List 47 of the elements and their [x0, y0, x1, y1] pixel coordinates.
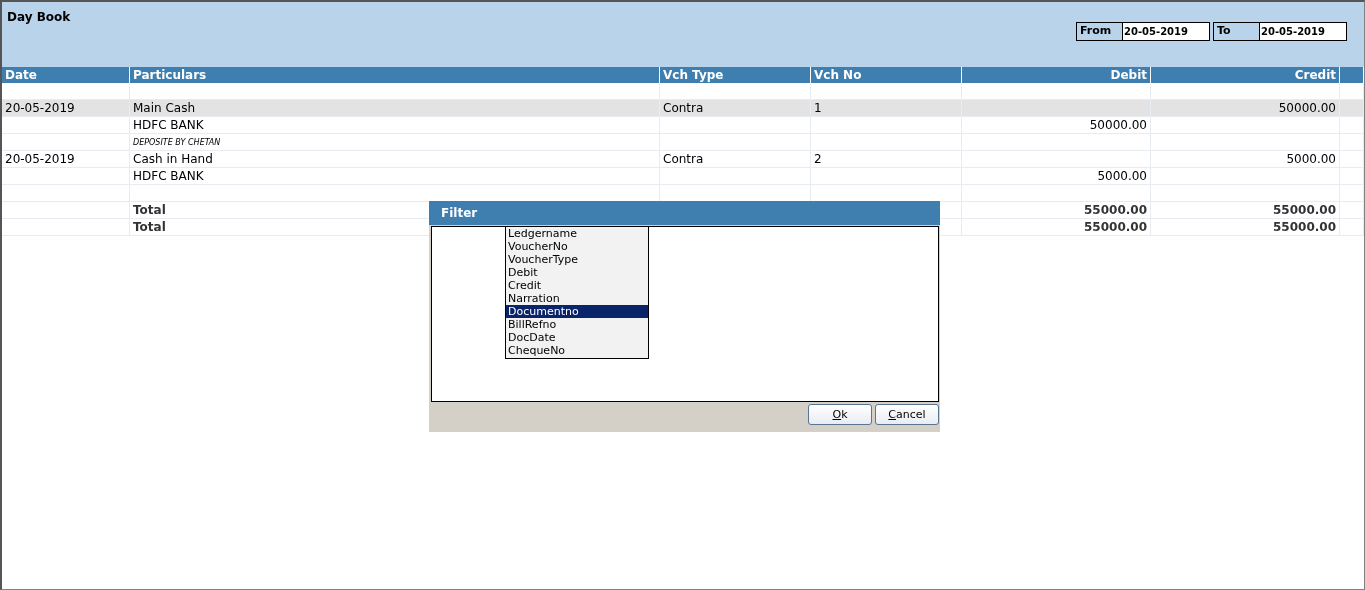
list-item[interactable]: ChequeNo	[506, 344, 648, 357]
table-cell	[1340, 134, 1364, 151]
table-cell: Contra	[660, 151, 811, 168]
table-cell: Cash in Hand	[130, 151, 660, 168]
table-cell: 5000.00	[1151, 151, 1340, 168]
column-header[interactable]: Date	[2, 67, 130, 83]
column-header[interactable]: Credit	[1151, 67, 1340, 83]
column-header[interactable]: Particulars	[130, 67, 660, 83]
ok-button[interactable]: Ok	[808, 404, 872, 425]
table-cell: HDFC BANK	[130, 168, 660, 185]
list-item[interactable]: Narration	[506, 292, 648, 305]
table-cell: 55000.00	[962, 219, 1151, 236]
table-cell: 55000.00	[962, 202, 1151, 219]
table-cell	[1340, 117, 1364, 134]
table-cell: Main Cash	[130, 100, 660, 117]
table-cell: 1	[811, 100, 962, 117]
table-cell	[1340, 185, 1364, 202]
table-cell	[1340, 100, 1364, 117]
column-header	[1340, 67, 1364, 83]
list-item[interactable]: VoucherType	[506, 253, 648, 266]
table-cell: 5000.00	[962, 168, 1151, 185]
column-header[interactable]: Debit	[962, 67, 1151, 83]
list-item[interactable]: VoucherNo	[506, 240, 648, 253]
cancel-button[interactable]: Cancel	[875, 404, 939, 425]
table-cell: 55000.00	[1151, 219, 1340, 236]
list-item[interactable]: Documentno	[506, 305, 648, 318]
table-cell	[1340, 168, 1364, 185]
table-cell: 2	[811, 151, 962, 168]
table-cell: 50000.00	[962, 117, 1151, 134]
table-cell: 20-05-2019	[2, 151, 130, 168]
list-item[interactable]: Credit	[506, 279, 648, 292]
list-item[interactable]: DocDate	[506, 331, 648, 344]
table-cell: 50000.00	[1151, 100, 1340, 117]
column-header[interactable]: Vch Type	[660, 67, 811, 83]
table-cell: Contra	[660, 100, 811, 117]
table-cell: 55000.00	[1151, 202, 1340, 219]
column-header[interactable]: Vch No	[811, 67, 962, 83]
list-item[interactable]: BillRefno	[506, 318, 648, 331]
table-cell	[1340, 202, 1364, 219]
table-cell	[1340, 151, 1364, 168]
table-cell: DEPOSITE BY CHETAN	[130, 134, 660, 151]
table-cell: HDFC BANK	[130, 117, 660, 134]
table-cell	[1340, 219, 1364, 236]
dialog-title: Filter	[441, 206, 478, 220]
table-cell: 20-05-2019	[2, 100, 130, 117]
list-item[interactable]: Debit	[506, 266, 648, 279]
page-title: Day Book	[7, 10, 71, 24]
